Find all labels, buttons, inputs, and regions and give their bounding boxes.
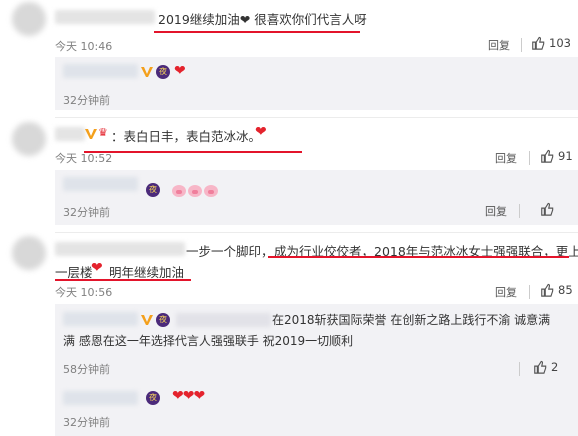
divider xyxy=(519,204,520,218)
pig-emoji-icon xyxy=(172,182,220,201)
username-blurred[interactable] xyxy=(63,391,138,405)
comment-text: 2019继续加油❤ 很喜欢你们代言人呀 xyxy=(158,12,367,27)
moon-badge-icon: 夜 xyxy=(156,313,170,327)
thumbs-up-icon xyxy=(534,360,547,374)
vip-badge-icon xyxy=(140,64,154,78)
red-underline xyxy=(84,151,302,153)
thumbs-up-icon xyxy=(541,149,554,163)
like-button[interactable]: 85 xyxy=(540,283,573,297)
username-blurred[interactable] xyxy=(55,127,85,141)
reply-time: 32分钟前 xyxy=(63,206,110,219)
username-blurred[interactable] xyxy=(63,64,138,78)
like-button[interactable]: 103 xyxy=(531,36,571,50)
vip-badge-icon xyxy=(140,312,154,326)
avatar[interactable] xyxy=(12,236,46,270)
heart-emoji: ❤ xyxy=(255,124,267,140)
reply-text: 在2018斩获国际荣誉 在创新之路上践行不渝 诚意满 xyxy=(272,313,551,327)
like-count: 103 xyxy=(549,36,571,50)
hearts-emoji: ❤❤❤ xyxy=(172,388,205,404)
crown-badge-icon: ♛ xyxy=(98,126,108,139)
moon-badge-icon: 夜 xyxy=(146,183,160,197)
divider xyxy=(55,117,578,118)
reply-time: 32分钟前 xyxy=(63,94,110,107)
divider xyxy=(529,285,530,299)
divider xyxy=(521,38,522,52)
comment-text: ：表白日丰，表白范冰冰。 xyxy=(111,129,262,144)
username-blurred[interactable] xyxy=(63,177,138,191)
username-blurred[interactable] xyxy=(55,242,185,256)
comment-time: 今天 10:56 xyxy=(55,286,113,299)
vip-badge-icon xyxy=(84,126,98,140)
like-count: 91 xyxy=(558,149,573,163)
like-button[interactable]: 91 xyxy=(540,149,573,163)
heart-emoji: ❤ xyxy=(174,63,186,79)
like-count: 85 xyxy=(558,283,573,297)
reply-button[interactable]: 回复 xyxy=(488,37,510,53)
reply-time: 58分钟前 xyxy=(63,363,110,376)
red-underline xyxy=(55,279,191,281)
comment-time: 今天 10:52 xyxy=(55,152,113,165)
thumbs-up-icon xyxy=(532,36,545,50)
avatar[interactable] xyxy=(12,2,46,36)
like-count: 2 xyxy=(551,360,559,374)
red-underline xyxy=(268,256,569,258)
username-blurred[interactable] xyxy=(55,10,155,24)
divider xyxy=(55,232,578,233)
reply-text: 满 感恩在这一年选择代言人强强联手 祝2019一切顺利 xyxy=(63,334,354,348)
comment-text: 一步一个脚印， xyxy=(186,244,274,259)
divider xyxy=(519,362,520,376)
reply-button[interactable]: 回复 xyxy=(495,150,517,166)
mention-blurred xyxy=(176,313,271,327)
red-underline xyxy=(154,31,360,33)
like-button[interactable]: 2 xyxy=(533,360,558,374)
thumbs-up-icon[interactable] xyxy=(540,202,554,216)
heart-emoji: ❤ xyxy=(91,260,103,276)
reply-button[interactable]: 回复 xyxy=(485,203,507,219)
moon-badge-icon: 夜 xyxy=(156,65,170,79)
moon-badge-icon: 夜 xyxy=(146,391,160,405)
thumbs-up-icon xyxy=(541,283,554,297)
username-blurred[interactable] xyxy=(63,312,138,326)
reply-time: 32分钟前 xyxy=(63,416,110,429)
divider xyxy=(529,151,530,165)
reply-button[interactable]: 回复 xyxy=(495,284,517,300)
avatar[interactable] xyxy=(12,122,46,156)
comment-time: 今天 10:46 xyxy=(55,40,113,53)
